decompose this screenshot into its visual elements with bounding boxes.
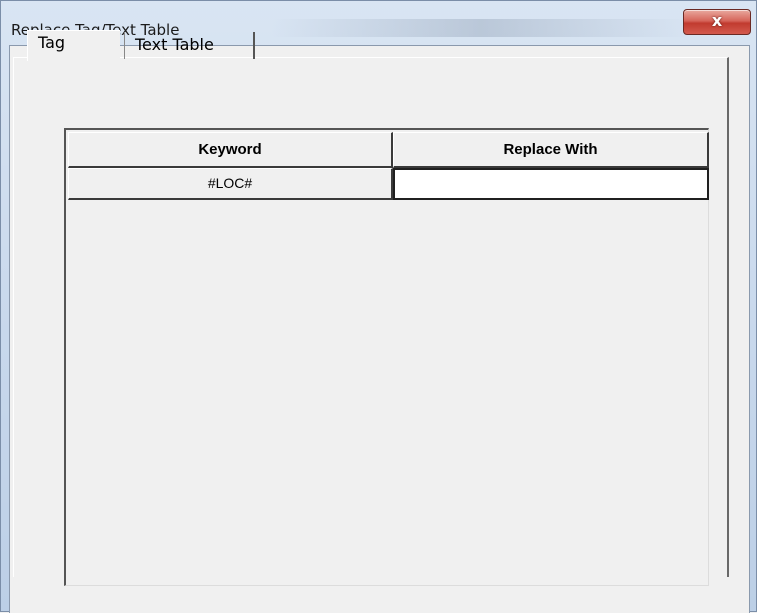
tab-text-table[interactable]: Text Table (124, 32, 255, 59)
replace-with-input[interactable] (395, 170, 707, 198)
close-icon: x (711, 11, 723, 30)
tab-tag[interactable]: Tag (27, 30, 120, 61)
replace-with-cell[interactable] (393, 168, 709, 200)
close-button[interactable]: x (683, 9, 751, 35)
tab-label: Tag (38, 33, 66, 52)
replace-table: Keyword Replace With #LOC# (64, 128, 709, 586)
column-header-replace-with[interactable]: Replace With (393, 132, 709, 168)
keyword-cell[interactable]: #LOC# (68, 168, 393, 200)
column-header-keyword[interactable]: Keyword (68, 132, 393, 168)
tab-label: Text Table (135, 35, 214, 54)
title-bar-glass (271, 19, 691, 37)
